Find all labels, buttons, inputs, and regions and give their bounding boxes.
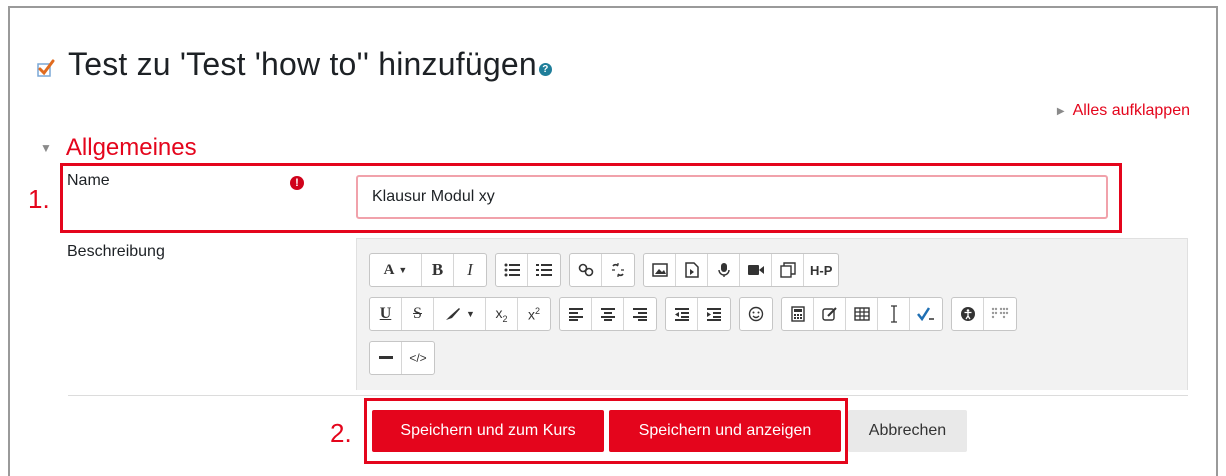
subscript-icon[interactable]: x2 [486,298,518,330]
help-icon[interactable]: ? [538,63,552,76]
underline-icon[interactable]: U [370,298,402,330]
section-header-general[interactable]: ▼ Allgemeines [40,134,197,162]
strikethrough-icon[interactable]: S [402,298,434,330]
save-and-display-button[interactable]: Speichern und anzeigen [609,410,841,452]
description-label: Beschreibung [67,243,165,260]
image-icon[interactable] [644,254,676,286]
table-icon[interactable] [846,298,878,330]
unlink-icon[interactable] [602,254,634,286]
save-and-return-button[interactable]: Speichern und zum Kurs [372,410,604,452]
bold-icon[interactable]: B [422,254,454,286]
toolbar-group-style: A ▼ B I [369,253,487,287]
emoticon-icon[interactable] [740,298,772,330]
text-color-dropdown-icon[interactable]: ▼ [434,298,486,330]
horizontal-rule-icon[interactable] [370,342,402,374]
cancel-button[interactable]: Abbrechen [848,410,967,452]
expand-all-link[interactable]: ▶ Alles aufklappen [1057,102,1190,120]
accessibility-checker-icon[interactable] [952,298,984,330]
toolbar-group-lists [495,253,561,287]
align-center-icon[interactable] [592,298,624,330]
media-icon[interactable] [676,254,708,286]
font-size-dropdown-icon[interactable]: A ▼ [370,254,422,286]
toolbar-row-3: </> [369,341,435,375]
toolbar-group-accessibility [951,297,1017,331]
quiz-checkbox-icon [36,58,56,78]
indent-icon[interactable] [698,298,730,330]
toolbar-group-indent [665,297,731,331]
name-label: Name [67,172,110,189]
superscript-icon[interactable]: x2 [518,298,550,330]
ordered-list-icon[interactable] [528,254,560,286]
toolbar-group-align [559,297,657,331]
page-title: Test zu 'Test 'how to'' hinzufügen [68,46,537,82]
toolbar-group-media: H-P [643,253,840,287]
equation-icon[interactable] [782,298,814,330]
align-left-icon[interactable] [560,298,592,330]
align-right-icon[interactable] [624,298,656,330]
expand-all-label: Alles aufklappen [1072,102,1190,119]
exclamation-circle-icon: ! [290,176,304,190]
edit-icon[interactable] [814,298,846,330]
toolbar-group-other: </> [369,341,435,375]
record-audio-icon[interactable] [708,254,740,286]
toolbar-group-emoticon [739,297,773,331]
italic-icon[interactable]: I [454,254,486,286]
record-video-icon[interactable] [740,254,772,286]
toolbar-row-1: A ▼ B I H-P [369,253,840,287]
description-editor[interactable]: A ▼ B I H-P U S ▼ x2 x2 </> [356,238,1188,390]
toolbar-group-links [569,253,635,287]
special-char-icon[interactable] [878,298,910,330]
form-divider [68,395,1188,396]
toolbar-group-insert [781,297,943,331]
page-header: Test zu 'Test 'how to'' hinzufügen ? [36,46,552,83]
link-icon[interactable] [570,254,602,286]
triangle-right-icon: ▶ [1056,105,1065,117]
toolbar-group-format: U S ▼ x2 x2 [369,297,551,331]
html-icon[interactable]: </> [402,342,434,374]
name-input[interactable] [356,175,1108,219]
screenreader-helper-icon[interactable] [984,298,1016,330]
manage-files-icon[interactable] [772,254,804,286]
annotation-step-2: 2. [330,418,352,448]
section-title: Allgemeines [65,134,197,161]
h5p-icon[interactable]: H-P [804,254,838,286]
outdent-icon[interactable] [666,298,698,330]
unordered-list-icon[interactable] [496,254,528,286]
spellcheck-icon[interactable] [910,298,942,330]
toolbar-row-2: U S ▼ x2 x2 [369,297,1017,331]
annotation-step-1: 1. [28,184,50,214]
collapse-caret-icon: ▼ [40,141,52,155]
